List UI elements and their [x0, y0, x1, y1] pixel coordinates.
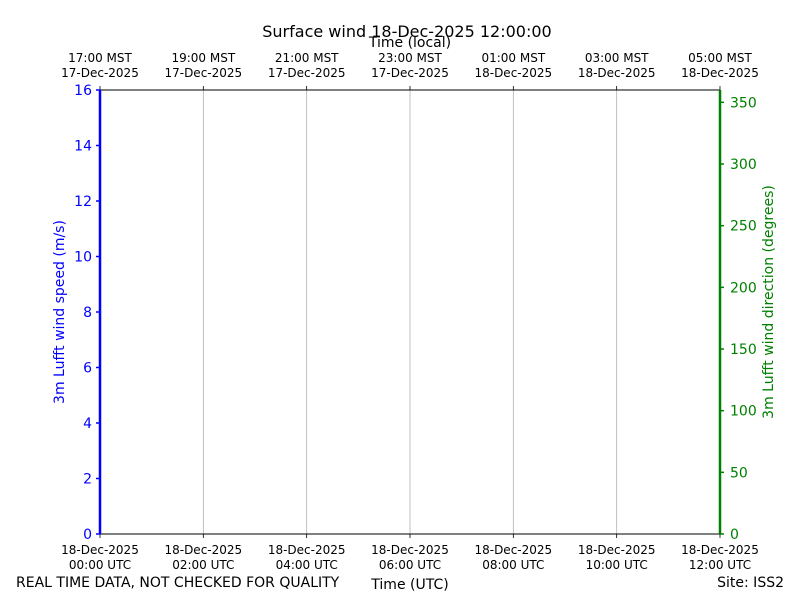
- x-bottom-tick-time: 06:00 UTC: [379, 558, 441, 572]
- y-left-tick-label: 8: [83, 305, 92, 321]
- y-left-tick-label: 12: [74, 194, 92, 210]
- y-right-tick-label: 200: [730, 280, 757, 296]
- x-top-tick-time: 17:00 MST: [68, 51, 132, 65]
- y-right-tick-label: 100: [730, 404, 757, 420]
- y-right-tick-label: 300: [730, 157, 757, 173]
- y-left-tick-label: 0: [83, 527, 92, 543]
- x-bottom-tick-time: 08:00 UTC: [482, 558, 544, 572]
- y-right-tick-label: 0: [730, 527, 739, 543]
- x-bottom-tick-time: 12:00 UTC: [689, 558, 751, 572]
- x-top-tick-date: 17-Dec-2025: [268, 66, 346, 80]
- x-bottom-tick-date: 18-Dec-2025: [61, 543, 139, 557]
- y-right-tick-label: 150: [730, 342, 757, 358]
- y-left-tick-label: 2: [83, 472, 92, 488]
- x-top-tick-date: 17-Dec-2025: [164, 66, 242, 80]
- x-top-tick-date: 17-Dec-2025: [371, 66, 449, 80]
- y-right-axis-label: 3m Lufft wind direction (degrees): [761, 185, 777, 419]
- quality-disclaimer: REAL TIME DATA, NOT CHECKED FOR QUALITY: [16, 575, 340, 591]
- x-bottom-tick-date: 18-Dec-2025: [474, 543, 552, 557]
- y-right-tick-label: 350: [730, 95, 757, 111]
- y-left-tick-label: 14: [74, 139, 92, 155]
- x-top-tick-date: 17-Dec-2025: [61, 66, 139, 80]
- x-top-tick-time: 05:00 MST: [688, 51, 752, 65]
- x-top-tick-time: 19:00 MST: [171, 51, 235, 65]
- x-bottom-axis-label: Time (UTC): [370, 577, 448, 593]
- top-axis-label: Time (local): [368, 35, 451, 51]
- x-bottom-tick-date: 18-Dec-2025: [164, 543, 242, 557]
- x-top-tick-time: 03:00 MST: [585, 51, 649, 65]
- y-left-tick-label: 4: [83, 416, 92, 432]
- y-right-tick-label: 50: [730, 465, 748, 481]
- x-bottom-tick-time: 00:00 UTC: [69, 558, 131, 572]
- x-bottom-tick-date: 18-Dec-2025: [681, 543, 759, 557]
- x-top-tick-date: 18-Dec-2025: [578, 66, 656, 80]
- y-left-axis-label: 3m Lufft wind speed (m/s): [52, 220, 68, 404]
- x-bottom-tick-time: 02:00 UTC: [172, 558, 234, 572]
- y-left-tick-label: 16: [74, 83, 92, 99]
- y-left-tick-label: 10: [74, 250, 92, 266]
- x-bottom-tick-date: 18-Dec-2025: [268, 543, 346, 557]
- x-bottom-tick-time: 10:00 UTC: [586, 558, 648, 572]
- x-top-tick-date: 18-Dec-2025: [681, 66, 759, 80]
- y-left-tick-label: 6: [83, 361, 92, 377]
- wind-chart: Surface wind 18-Dec-2025 12:00:00 Time (…: [52, 22, 777, 593]
- grid-lines: [202, 90, 618, 534]
- x-bottom-tick-date: 18-Dec-2025: [371, 543, 449, 557]
- x-top-tick-time: 01:00 MST: [481, 51, 545, 65]
- x-bottom-tick-time: 04:00 UTC: [276, 558, 338, 572]
- x-top-tick-time: 23:00 MST: [378, 51, 442, 65]
- y-right-tick-label: 250: [730, 219, 757, 235]
- site-label: Site: ISS2: [717, 575, 784, 591]
- x-top-tick-date: 18-Dec-2025: [474, 66, 552, 80]
- x-top-tick-time: 21:00 MST: [275, 51, 339, 65]
- x-bottom-tick-date: 18-Dec-2025: [578, 543, 656, 557]
